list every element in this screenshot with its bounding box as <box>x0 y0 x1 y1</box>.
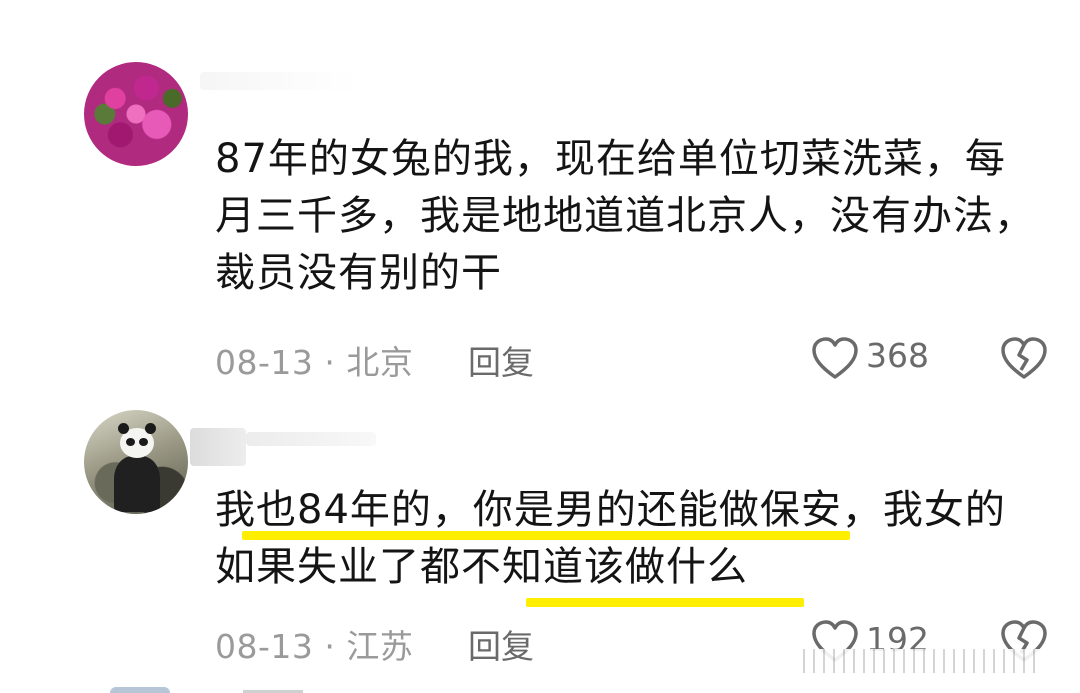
username-redacted <box>246 432 376 446</box>
comment-meta: 08-13 · 北京 <box>215 336 413 384</box>
broken-heart-icon[interactable] <box>1000 337 1048 381</box>
next-comment-avatar-edge <box>110 687 170 693</box>
username-redacted <box>190 428 246 466</box>
meta-separator: · <box>324 627 336 666</box>
comment-meta: 08-13 · 江苏 <box>215 620 413 668</box>
heart-icon[interactable] <box>811 337 859 381</box>
comment-date: 08-13 <box>215 627 314 666</box>
highlight-underline <box>526 598 804 607</box>
like-count: 368 <box>866 336 929 375</box>
comment-location: 北京 <box>346 343 414 382</box>
comment-text: 87年的女兔的我，现在给单位切菜洗菜，每月三千多，我是地地道道北京人，没有办法，… <box>215 136 1035 296</box>
comment-date: 08-13 <box>215 343 314 382</box>
reply-button[interactable]: 回复 <box>468 620 534 668</box>
username-redacted <box>200 72 360 90</box>
watermark-overlay <box>795 649 1040 673</box>
meta-separator: · <box>324 343 336 382</box>
reply-button[interactable]: 回复 <box>468 336 534 384</box>
avatar[interactable] <box>84 62 188 166</box>
avatar[interactable] <box>84 410 188 514</box>
comment-location: 江苏 <box>346 627 414 666</box>
comment-text: 我也84年的，你是男的还能做保安，我女的如果失业了都不知道该做什么 <box>215 487 1006 590</box>
